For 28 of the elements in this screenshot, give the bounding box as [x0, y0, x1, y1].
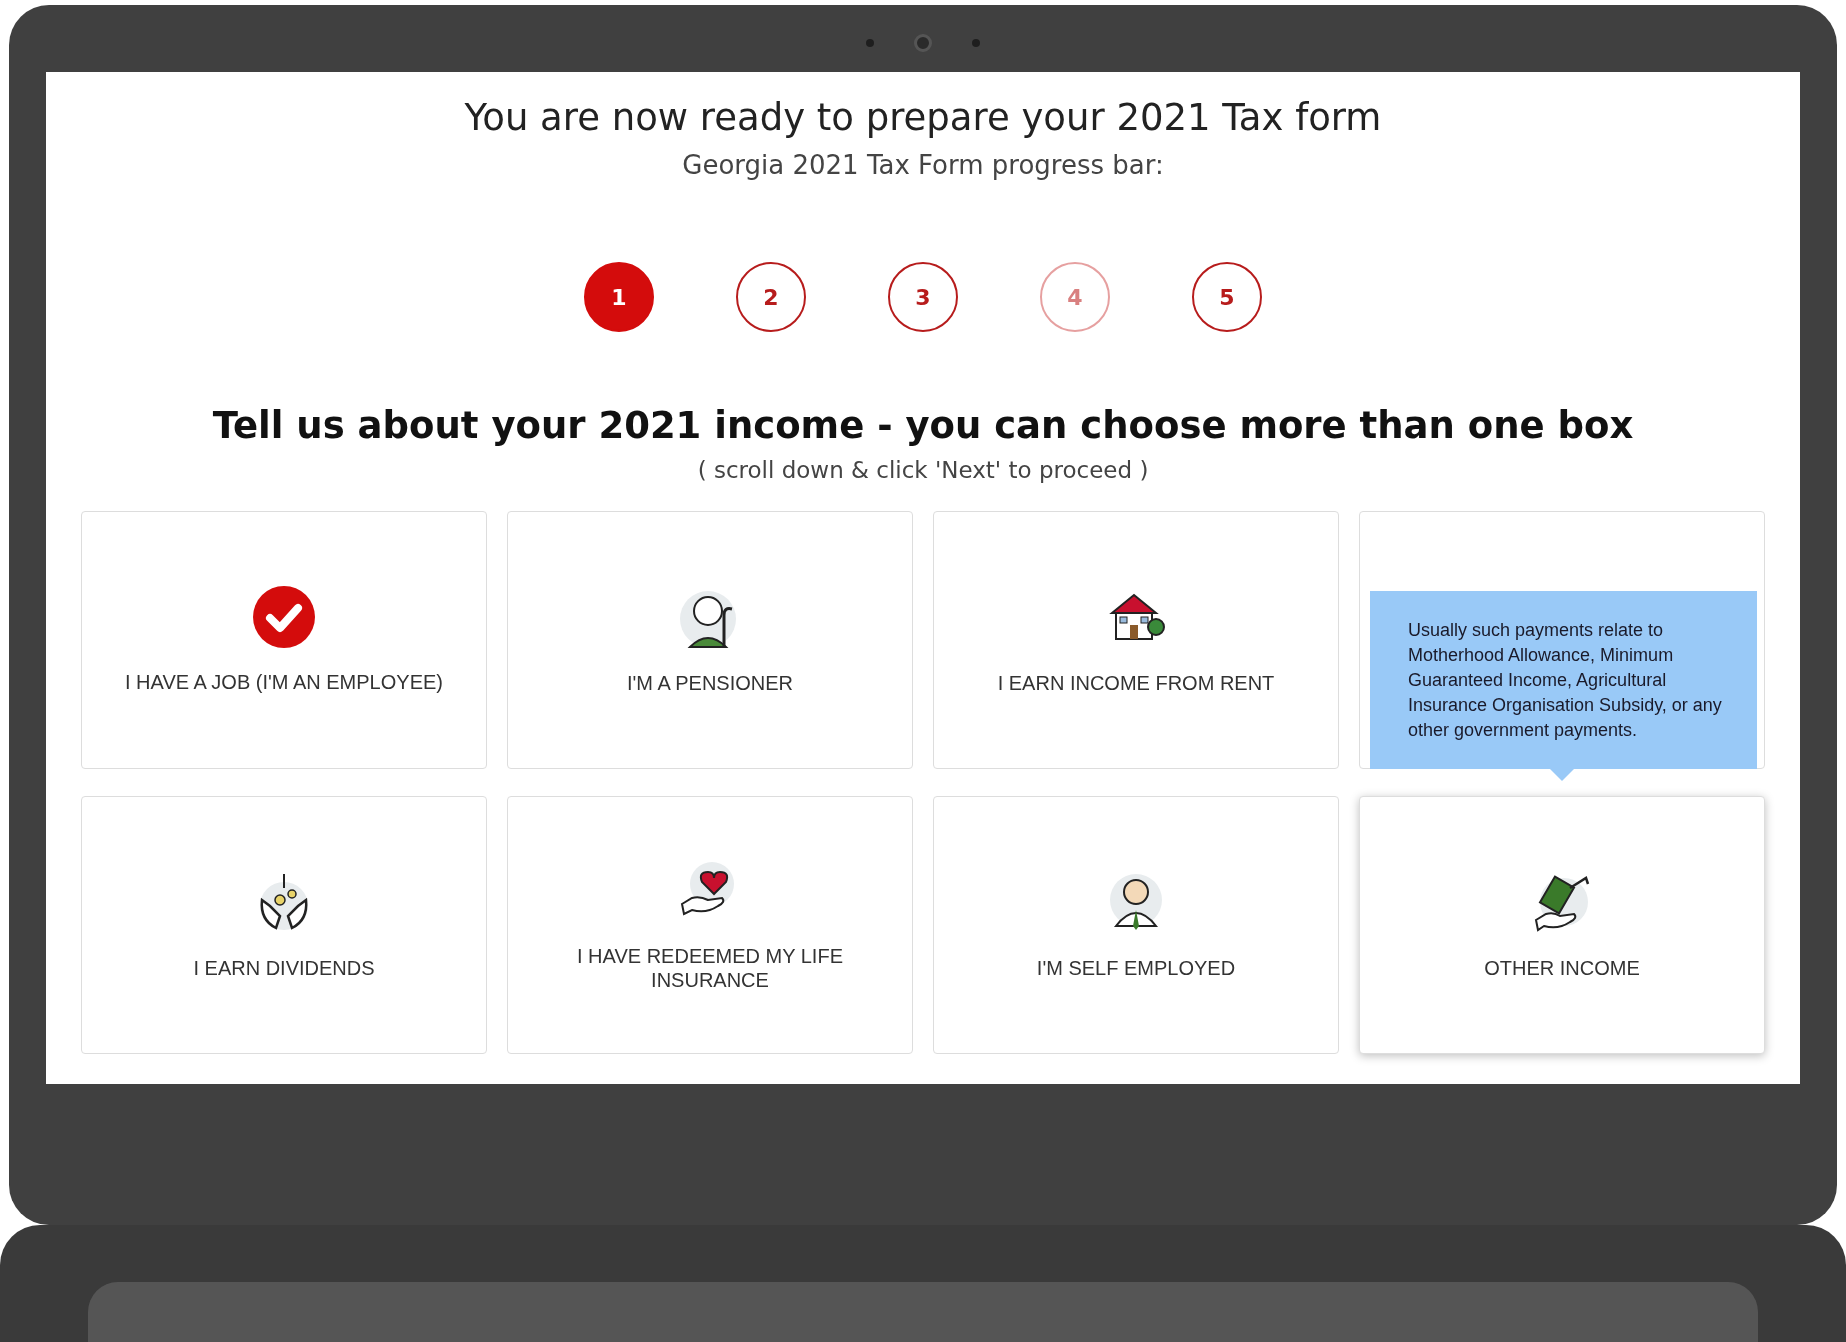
- sensor-dot: [972, 39, 980, 47]
- step-circle[interactable]: 3: [888, 262, 958, 332]
- option-label: I HAVE REDEEMED MY LIFE INSURANCE: [576, 944, 844, 992]
- tooltip-pointer: [1550, 769, 1574, 781]
- page-title: You are now ready to prepare your 2021 Tax form: [464, 96, 1382, 141]
- income-option-card[interactable]: OTHER INCOME: [1359, 796, 1765, 1054]
- question-heading: Tell us about your 2021 income - you can choose more than one box: [212, 404, 1634, 447]
- camera-icon: [914, 34, 932, 52]
- step-circle[interactable]: 2: [736, 262, 806, 332]
- option-label: I EARN DIVIDENDS: [193, 956, 375, 980]
- step-circle[interactable]: 5: [1192, 262, 1262, 332]
- instruction-text: ( scroll down & click 'Next' to proceed ): [697, 457, 1149, 483]
- option-label: OTHER INCOME: [1484, 956, 1640, 980]
- sensor-dot: [866, 39, 874, 47]
- option-label: I'M SELF EMPLOYED: [1036, 956, 1236, 980]
- income-option-card[interactable]: I'M SELF EMPLOYED: [933, 796, 1339, 1054]
- income-option-card[interactable]: I EARN DIVIDENDS: [81, 796, 487, 1054]
- income-option-card[interactable]: I HAVE A JOB (I'M AN EMPLOYEE): [81, 511, 487, 769]
- tooltip: Usually such payments relate to Motherhood Allowance, Minimum Guaranteed Income, Agricultural Insurance Organisation Subsidy, or any other government payments.: [1370, 591, 1757, 769]
- income-option-card[interactable]: I HAVE REDEEMED MY LIFE INSURANCE: [507, 796, 913, 1054]
- income-option-card[interactable]: I EARN INCOME FROM RENT: [933, 511, 1339, 769]
- check-icon: [253, 586, 315, 648]
- option-label: I EARN INCOME FROM RENT: [997, 671, 1275, 695]
- option-label: I'M A PENSIONER: [626, 671, 794, 695]
- progress-label: Georgia 2021 Tax Form progress bar:: [682, 150, 1164, 180]
- income-option-card[interactable]: I'M A PENSIONER: [507, 511, 913, 769]
- option-label: I HAVE A JOB (I'M AN EMPLOYEE): [125, 670, 443, 694]
- step-circle[interactable]: 1: [584, 262, 654, 332]
